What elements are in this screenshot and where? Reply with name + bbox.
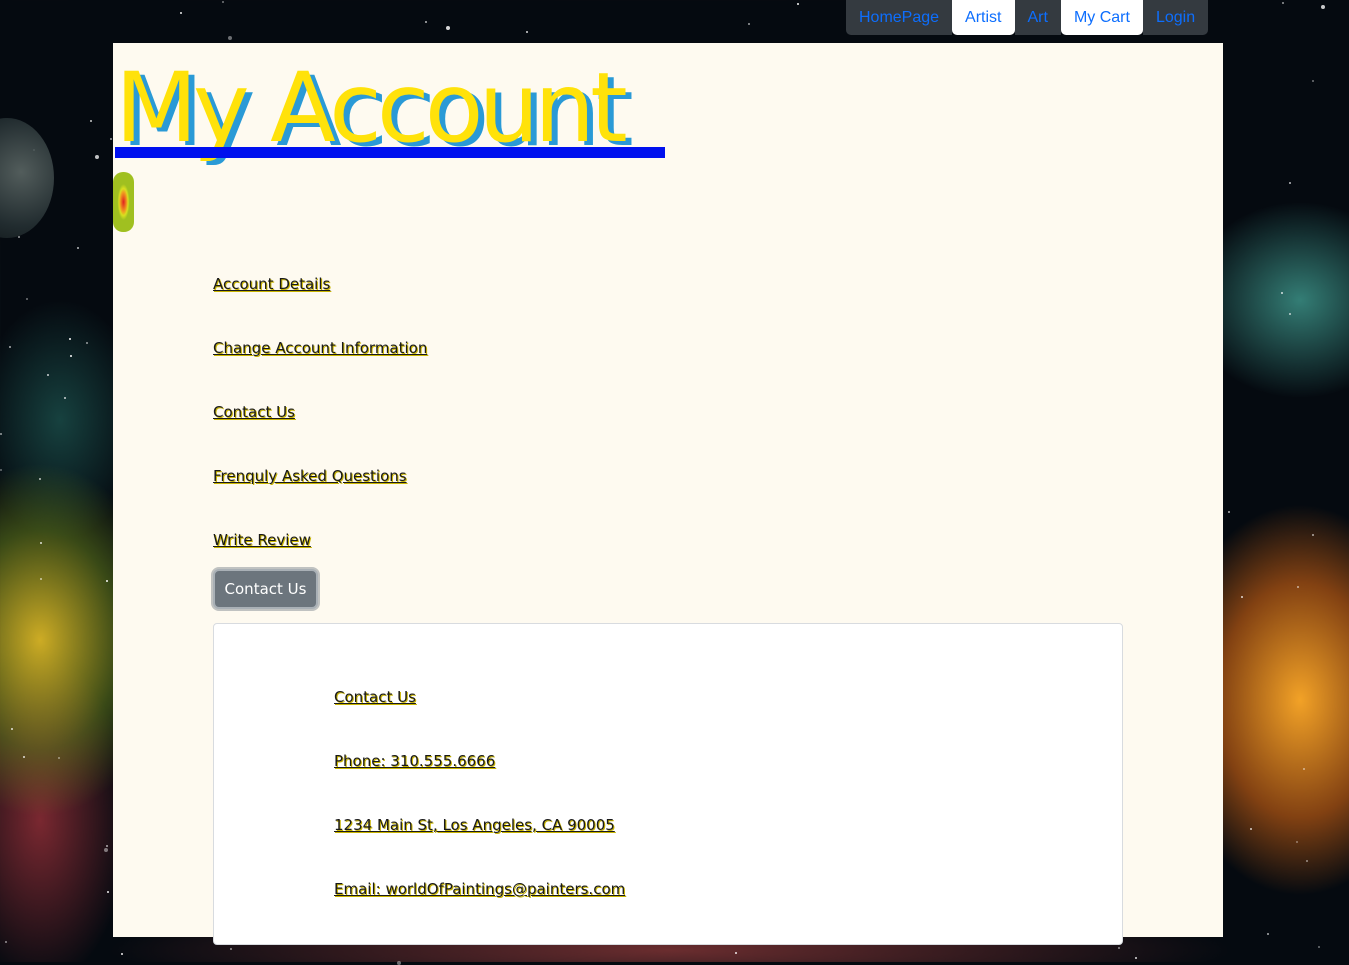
contact-info-list: Contact Us Phone: 310.555.6666 1234 Main… <box>334 688 625 944</box>
nav-login[interactable]: Login <box>1142 0 1209 35</box>
nav-homepage[interactable]: HomePage <box>846 0 953 35</box>
decorative-badge-icon <box>113 172 134 232</box>
title-underline <box>115 147 665 158</box>
account-panel: My Account Account Details Change Accoun… <box>113 43 1223 945</box>
nav-artist[interactable]: Artist <box>952 0 1015 35</box>
nav-my-cart[interactable]: My Cart <box>1060 0 1143 35</box>
account-menu: Account Details Change Account Informati… <box>213 275 427 595</box>
page-title-link[interactable]: My Account <box>115 52 671 164</box>
planet-image <box>0 118 54 238</box>
nav-art[interactable]: Art <box>1014 0 1061 35</box>
phone-link[interactable]: Phone: 310.555.6666 <box>334 752 625 816</box>
address-link[interactable]: 1234 Main St, Los Angeles, CA 90005 <box>334 816 625 880</box>
contact-us-link[interactable]: Contact Us <box>213 403 427 467</box>
contact-us-heading-link[interactable]: Contact Us <box>334 688 625 752</box>
account-details-link[interactable]: Account Details <box>213 275 427 339</box>
contact-us-button[interactable]: Contact Us <box>213 569 318 609</box>
faq-link[interactable]: Frenquly Asked Questions <box>213 467 427 531</box>
top-navbar: HomePage Artist Art My Cart Login <box>846 0 1209 35</box>
change-account-information-link[interactable]: Change Account Information <box>213 339 427 403</box>
email-link[interactable]: Email: worldOfPaintings@painters.com <box>334 880 625 944</box>
contact-card: Contact Us Phone: 310.555.6666 1234 Main… <box>213 623 1123 945</box>
